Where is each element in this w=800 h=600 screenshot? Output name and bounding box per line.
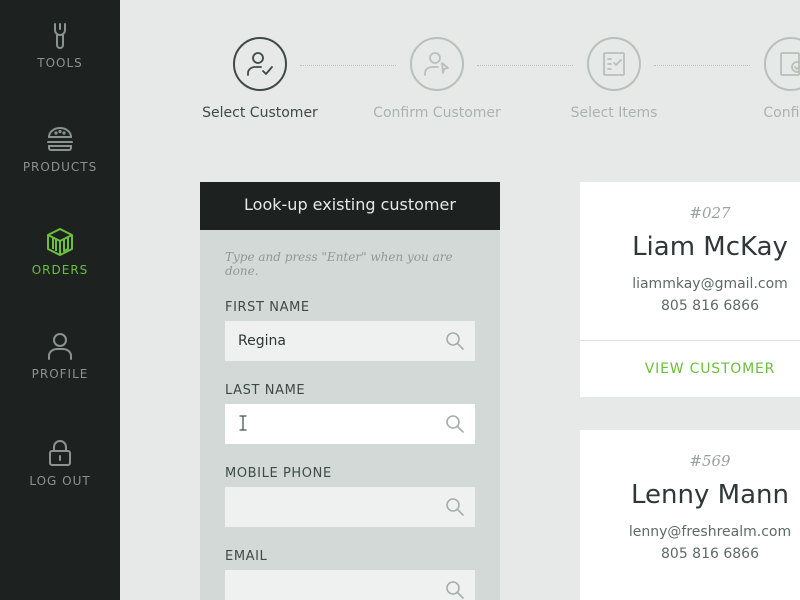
- lock-icon: [49, 440, 71, 466]
- step-confirm[interactable]: Confirm: [721, 37, 800, 121]
- sidebar: TOOLS PRODUCTS ORDERS PROFILE LOG OUT: [0, 0, 120, 600]
- email-field: [225, 570, 475, 600]
- sidebar-item-label: PRODUCTS: [22, 160, 98, 174]
- sidebar-item-label: LOG OUT: [29, 474, 91, 488]
- sidebar-item-products[interactable]: PRODUCTS: [0, 124, 120, 174]
- customer-name: Liam McKay: [632, 232, 788, 262]
- step-select-customer[interactable]: Select Customer: [190, 37, 330, 121]
- step-label: Confirm: [763, 105, 800, 121]
- customer-phone: 805 816 6866: [661, 298, 759, 314]
- search-icon[interactable]: [445, 331, 465, 351]
- text-cursor-icon: [239, 415, 247, 431]
- step-circle: [764, 37, 800, 91]
- mobile-phone-field: [225, 487, 475, 527]
- sidebar-item-label: TOOLS: [37, 56, 83, 70]
- search-icon[interactable]: [445, 497, 465, 517]
- mobile-phone-input[interactable]: [225, 487, 438, 527]
- main-content: Select Customer Confirm Customer Select …: [120, 0, 800, 600]
- customer-lookup-panel: Look-up existing customer Type and press…: [200, 182, 500, 600]
- last-name-field: [225, 404, 475, 444]
- sidebar-item-profile[interactable]: PROFILE: [0, 331, 120, 381]
- sidebar-item-tools[interactable]: TOOLS: [0, 20, 120, 70]
- customer-number: #027: [689, 204, 731, 222]
- step-circle: [233, 37, 287, 91]
- step-label: Select Customer: [202, 105, 318, 121]
- customer-phone: 805 816 6866: [661, 546, 759, 562]
- lookup-hint: Type and press "Enter" when you are done…: [225, 250, 453, 278]
- last-name-label: LAST NAME: [225, 383, 306, 398]
- email-input[interactable]: [225, 570, 438, 600]
- customer-number: #569: [689, 452, 731, 470]
- search-icon[interactable]: [445, 580, 465, 600]
- sidebar-item-label: PROFILE: [31, 367, 89, 381]
- first-name-label: FIRST NAME: [225, 300, 310, 315]
- step-label: Select Items: [570, 105, 658, 121]
- sidebar-item-orders[interactable]: ORDERS: [0, 227, 120, 277]
- sidebar-item-label: ORDERS: [31, 263, 89, 277]
- confirm-order-icon: [780, 52, 800, 76]
- first-name-field: [225, 321, 475, 361]
- customer-card: #027 Liam McKay liammkay@gmail.com 805 8…: [580, 182, 800, 397]
- customer-email: liammkay@gmail.com: [632, 276, 788, 292]
- view-customer-button[interactable]: VIEW CUSTOMER: [580, 341, 800, 397]
- search-icon[interactable]: [445, 414, 465, 434]
- checklist-icon: [603, 52, 625, 76]
- wrench-icon: [54, 23, 66, 49]
- customer-name: Lenny Mann: [631, 480, 789, 510]
- customer-card: #569 Lenny Mann lenny@freshrealm.com 805…: [580, 430, 800, 600]
- lookup-title: Look-up existing customer: [200, 182, 500, 230]
- step-circle: [410, 37, 464, 91]
- step-circle: [587, 37, 641, 91]
- user-check-icon: [247, 52, 273, 76]
- burger-icon: [47, 127, 73, 151]
- first-name-input[interactable]: [225, 321, 438, 361]
- user-arrow-icon: [424, 52, 449, 76]
- last-name-input[interactable]: [225, 404, 438, 444]
- step-select-items[interactable]: Select Items: [544, 37, 684, 121]
- step-label: Confirm Customer: [373, 105, 501, 121]
- sidebar-item-logout[interactable]: LOG OUT: [0, 438, 120, 488]
- email-label: EMAIL: [225, 549, 268, 564]
- mobile-phone-label: MOBILE PHONE: [225, 466, 332, 481]
- step-confirm-customer[interactable]: Confirm Customer: [367, 37, 507, 121]
- user-icon: [48, 333, 72, 360]
- box-icon: [47, 228, 73, 256]
- customer-email: lenny@freshrealm.com: [628, 524, 792, 540]
